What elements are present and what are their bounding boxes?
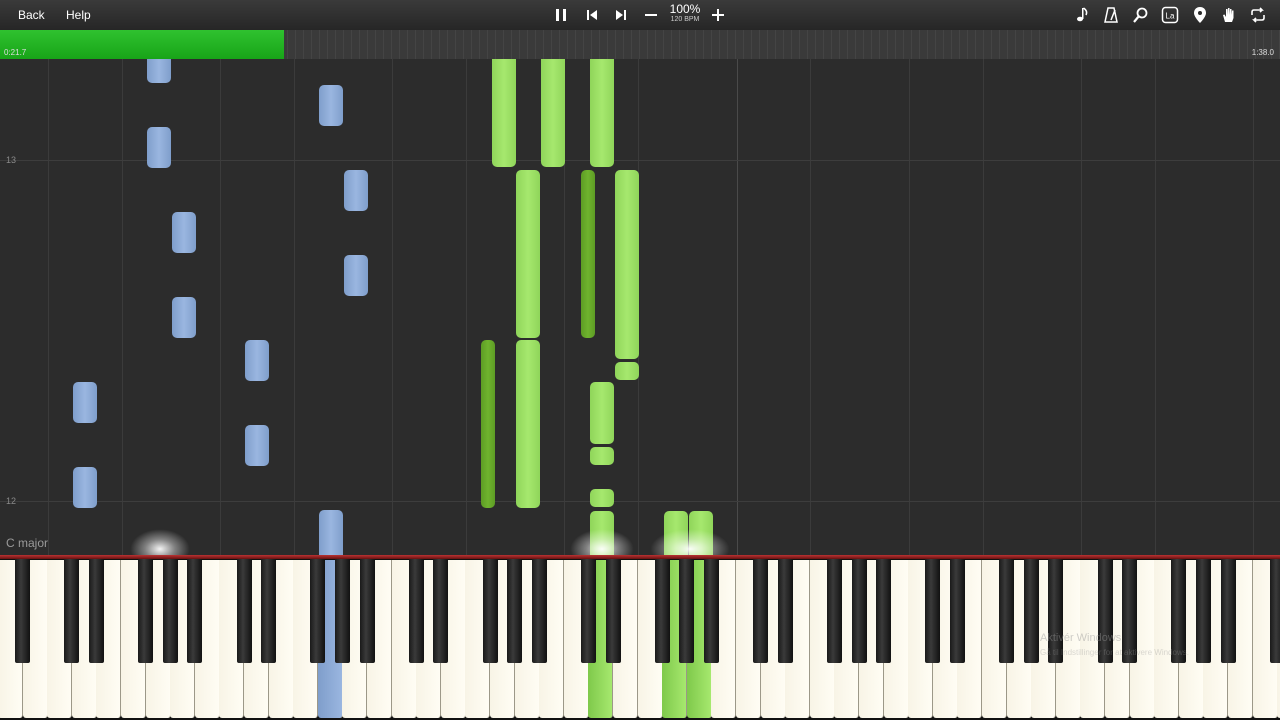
metronome-icon[interactable]: [1100, 4, 1122, 26]
label-icon[interactable]: La: [1159, 4, 1181, 26]
progress-bar[interactable]: 0:21.7 1:38.0: [0, 30, 1280, 59]
black-key[interactable]: [580, 559, 596, 663]
note-right-hand: [615, 362, 639, 380]
black-key[interactable]: [999, 559, 1015, 663]
black-key[interactable]: [654, 559, 670, 663]
black-key[interactable]: [359, 559, 375, 663]
label-icon-text: La: [1166, 12, 1175, 21]
note-right-hand: [590, 447, 614, 465]
note-left-hand: [147, 127, 171, 168]
black-key[interactable]: [64, 559, 80, 663]
black-key[interactable]: [138, 559, 154, 663]
note-right-hand: [615, 170, 639, 359]
note-icon[interactable]: [1071, 4, 1093, 26]
black-key[interactable]: [1269, 559, 1280, 663]
note-left-hand: [245, 425, 269, 466]
next-icon[interactable]: [610, 4, 632, 26]
black-key[interactable]: [162, 559, 178, 663]
note-right-hand: [590, 489, 614, 507]
black-key[interactable]: [531, 559, 547, 663]
hand-icon[interactable]: [1218, 4, 1240, 26]
black-key[interactable]: [703, 559, 719, 663]
pause-icon[interactable]: [550, 4, 572, 26]
black-key[interactable]: [334, 559, 350, 663]
windows-activation-watermark: Aktivér Windows: [1040, 632, 1122, 644]
black-key[interactable]: [949, 559, 965, 663]
note-left-hand: [172, 212, 196, 253]
note-right-hand: [516, 340, 540, 508]
minus-icon[interactable]: [640, 4, 662, 26]
black-key[interactable]: [826, 559, 842, 663]
black-key[interactable]: [433, 559, 449, 663]
note-hit-spark: [570, 529, 634, 555]
progress-fill: [0, 30, 285, 59]
location-pin-icon[interactable]: [1189, 4, 1211, 26]
black-key[interactable]: [88, 559, 104, 663]
black-key[interactable]: [408, 559, 424, 663]
previous-icon[interactable]: [581, 4, 603, 26]
current-time: 0:21.7: [4, 48, 27, 57]
note-right-hand-secondary: [481, 340, 495, 508]
speed-readout: 100% 120 BPM: [664, 3, 706, 24]
speed-bpm: 120 BPM: [670, 16, 700, 23]
black-key[interactable]: [777, 559, 793, 663]
note-right-hand: [492, 59, 516, 167]
note-left-hand: [172, 297, 196, 338]
toolbar: Back Help 100% 120 BPM La: [0, 0, 1280, 30]
help-button[interactable]: Help: [60, 5, 97, 25]
key-signature: C major: [6, 536, 49, 550]
black-key[interactable]: [310, 559, 326, 663]
windows-activation-watermark-sub: Gå til Indstillinger for at aktivere Win…: [1040, 648, 1189, 657]
black-key[interactable]: [1023, 559, 1039, 663]
note-hit-spark: [130, 529, 190, 555]
black-key[interactable]: [507, 559, 523, 663]
note-right-hand-secondary: [581, 170, 595, 338]
black-key[interactable]: [851, 559, 867, 663]
black-key[interactable]: [876, 559, 892, 663]
plus-icon[interactable]: [707, 4, 729, 26]
note-left-hand: [73, 382, 97, 423]
note-left-hand: [344, 255, 368, 296]
speed-percent: 100%: [669, 2, 701, 16]
note-left-hand: [344, 170, 368, 211]
magnifier-icon[interactable]: [1130, 4, 1152, 26]
back-button[interactable]: Back: [12, 5, 51, 25]
measure-label-12: 12: [6, 496, 17, 506]
black-key[interactable]: [261, 559, 277, 663]
black-key[interactable]: [482, 559, 498, 663]
loop-icon[interactable]: [1247, 4, 1269, 26]
black-key[interactable]: [753, 559, 769, 663]
black-key[interactable]: [1220, 559, 1236, 663]
black-key[interactable]: [605, 559, 621, 663]
black-key[interactable]: [236, 559, 252, 663]
total-time: 1:38.0: [1251, 48, 1274, 57]
measure-label-13: 13: [6, 155, 17, 165]
note-left-hand: [319, 85, 343, 126]
note-right-hand: [541, 59, 565, 167]
note-left-hand: [245, 340, 269, 381]
black-key[interactable]: [187, 559, 203, 663]
note-left-hand: [319, 510, 343, 555]
black-key[interactable]: [925, 559, 941, 663]
note-right-hand: [590, 382, 614, 444]
piano-roll: 13 12 C major: [0, 59, 1280, 555]
black-key[interactable]: [15, 559, 31, 663]
note-left-hand: [147, 59, 171, 83]
black-key[interactable]: [679, 559, 695, 663]
note-right-hand: [590, 59, 614, 167]
note-hit-spark: [650, 529, 730, 555]
note-left-hand: [73, 467, 97, 508]
black-key[interactable]: [1195, 559, 1211, 663]
note-right-hand: [516, 170, 540, 338]
